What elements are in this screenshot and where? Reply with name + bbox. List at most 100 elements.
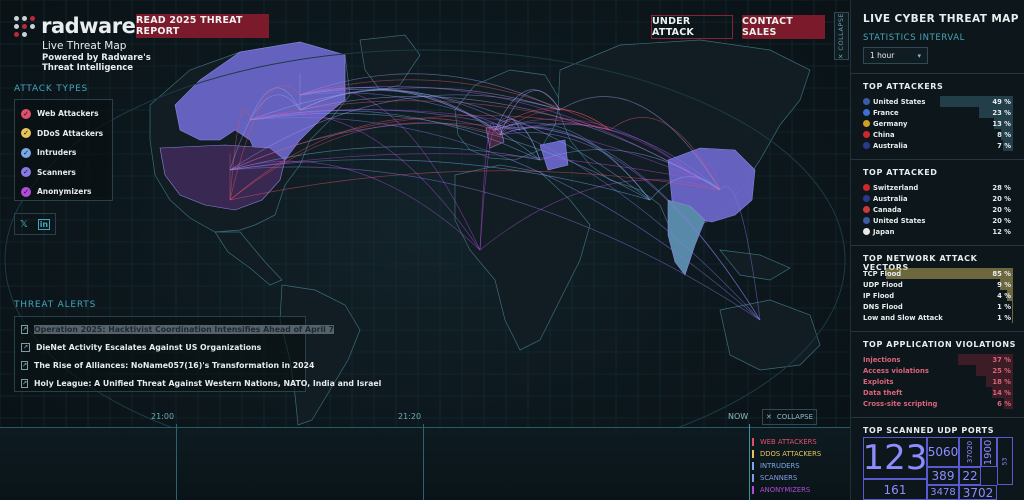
attack-types-panel: ✓ Web Attackers ✓ DDoS Attackers ✓ Intru…	[14, 99, 113, 201]
world-map	[0, 0, 850, 500]
statistics-interval-label: STATISTICS INTERVAL	[863, 33, 965, 43]
top-attackers-section: TOP ATTACKERS United States 49 % France 23 …	[851, 73, 1024, 159]
alert-item[interactable]: ↗ The Rise of Alliances: NoName057(16)'s…	[21, 356, 314, 374]
attack-timeline[interactable]	[0, 427, 850, 500]
udp-ports-treemap: 123 5060 1900 37020 389 22 53 161 3478 3702	[863, 437, 1013, 500]
top-attacked-list: Switzerland 28 % Australia 20 % Canada 20 % Un…	[851, 182, 1024, 237]
udp-port-cell: 5060	[927, 437, 959, 467]
logo-text: radware	[41, 14, 136, 38]
stat-row: Canada 20 %	[851, 204, 1024, 215]
threat-alerts-panel: ↗ Operation 2025: Hacktivist Coordinatio…	[14, 316, 381, 392]
legend-ddos-attackers: DDOS ATTACKERS	[752, 448, 821, 460]
check-icon: ✓	[21, 128, 31, 139]
attack-type-anonymizers[interactable]: ✓ Anonymizers	[21, 182, 112, 202]
stat-name: Germany	[873, 119, 908, 128]
threat-map[interactable]	[0, 0, 850, 500]
stat-percent: 14 %	[992, 388, 1011, 397]
collapse-tab-text: COLLAPSE	[837, 12, 846, 51]
udp-port-label: 53	[1001, 457, 1009, 465]
stat-name: United States	[873, 97, 926, 106]
top-attackers-list: United States 49 % France 23 % Germany 13 % Ch…	[851, 96, 1024, 151]
legend-anonymizers: ANONYMIZERS	[752, 484, 821, 496]
attack-type-web[interactable]: ✓ Web Attackers	[21, 104, 112, 124]
statistics-interval-select[interactable]: 1 hour ▾	[863, 47, 928, 64]
udp-port-cell: 37020	[959, 437, 981, 467]
timeline-label-2120: 21:20	[398, 412, 422, 421]
attack-type-ddos[interactable]: ✓ DDoS Attackers	[21, 124, 112, 144]
timeline-now-marker	[749, 424, 750, 500]
under-attack-button[interactable]: UNDER ATTACK	[651, 15, 733, 39]
stat-name: Injections	[863, 355, 901, 364]
alert-item[interactable]: ↗ Operation 2025: Hacktivist Coordinatio…	[21, 320, 334, 338]
udp-port-cell: 3478	[927, 485, 959, 500]
stat-name: United States	[873, 216, 926, 225]
stat-bar	[1011, 312, 1013, 323]
timeline-collapse-button[interactable]: ✕ COLLAPSE	[762, 409, 817, 425]
close-icon: ✕	[765, 413, 772, 421]
stat-row: Australia 20 %	[851, 193, 1024, 204]
check-icon: ✓	[21, 108, 31, 119]
stat-row: United States 20 %	[851, 215, 1024, 226]
stat-row: Exploits 18 %	[851, 376, 1024, 387]
app-violations-list: Injections 37 % Access violations 25 % Explo…	[851, 354, 1024, 409]
stat-name: Switzerland	[873, 183, 919, 192]
stat-name: China	[873, 130, 895, 139]
udp-port-label: 3478	[930, 487, 956, 498]
stat-percent: 12 %	[992, 227, 1011, 236]
stat-row: United States 49 %	[851, 96, 1024, 107]
flag-icon	[863, 120, 870, 127]
alert-text: Holy League: A Unified Threat Against We…	[34, 378, 382, 388]
alert-item[interactable]: ↗ DieNet Activity Escalates Against US O…	[21, 338, 305, 356]
stat-row: Data theft 14 %	[851, 387, 1024, 398]
stat-percent: 8 %	[997, 130, 1011, 139]
timeline-legend: WEB ATTACKERS DDOS ATTACKERS INTRUDERS S…	[752, 436, 821, 496]
attack-type-label: DDoS Attackers	[37, 128, 104, 138]
stat-name: DNS Flood	[863, 302, 903, 311]
radware-logo[interactable]: radware Live Threat Map	[14, 14, 136, 52]
stat-percent: 13 %	[992, 119, 1011, 128]
udp-port-cell: 389	[927, 467, 959, 485]
udp-port-cell: 22	[959, 467, 981, 485]
stat-percent: 37 %	[992, 355, 1011, 364]
stat-percent: 20 %	[992, 216, 1011, 225]
network-vectors-title: TOP NETWORK ATTACK VECTORS	[863, 254, 978, 272]
flag-icon	[863, 184, 870, 191]
stat-percent: 4 %	[997, 291, 1011, 300]
sidebar-collapse-tab[interactable]: ✕ COLLAPSE	[834, 12, 849, 60]
collapse-button-label: COLLAPSE	[776, 413, 814, 421]
udp-port-label: 3702	[962, 485, 994, 500]
external-link-icon: ↗	[21, 360, 29, 370]
collapse-tab-label: ✕ COLLAPSE	[837, 12, 846, 60]
powered-by-text: Powered by Radware's Threat Intelligence	[42, 53, 151, 73]
x-icon[interactable]: 𝕏	[20, 219, 28, 230]
alert-item[interactable]: ↗ Holy League: A Unified Threat Against …	[21, 374, 381, 392]
social-links: 𝕏 in	[14, 213, 56, 235]
logo-mark-icon	[14, 16, 36, 38]
contact-sales-button[interactable]: CONTACT SALES	[742, 15, 825, 39]
legend-intruders: INTRUDERS	[752, 460, 821, 472]
stat-row: DNS Flood 1 %	[851, 301, 1024, 312]
top-attacked-title: TOP ATTACKED	[863, 168, 938, 177]
threat-alerts-title: THREAT ALERTS	[14, 300, 97, 310]
attack-type-intruders[interactable]: ✓ Intruders	[21, 143, 112, 163]
legend-label: INTRUDERS	[760, 462, 800, 470]
udp-port-cell: 123	[863, 437, 927, 479]
udp-port-cell: 3702	[959, 485, 997, 500]
stat-name: IP Flood	[863, 291, 895, 300]
stat-percent: 49 %	[992, 97, 1011, 106]
check-icon: ✓	[21, 147, 31, 158]
attack-type-label: Scanners	[37, 167, 76, 177]
stat-row: IP Flood 4 %	[851, 290, 1024, 301]
attack-type-scanners[interactable]: ✓ Scanners	[21, 163, 112, 183]
stat-percent: 7 %	[997, 141, 1011, 150]
app-violations-section: TOP APPLICATION VIOLATIONS Injections 37 …	[851, 331, 1024, 417]
network-vectors-section: TOP NETWORK ATTACK VECTORS TCP Flood 85 %…	[851, 245, 1024, 331]
linkedin-icon[interactable]: in	[37, 218, 51, 230]
udp-port-label: 5060	[927, 445, 959, 459]
stat-percent: 1 %	[997, 302, 1011, 311]
flag-icon	[863, 142, 870, 149]
flag-icon	[863, 109, 870, 116]
top-attacked-section: TOP ATTACKED Switzerland 28 % Australia 20 …	[851, 159, 1024, 245]
legend-label: WEB ATTACKERS	[760, 438, 817, 446]
read-threat-report-button[interactable]: READ 2025 THREAT REPORT	[136, 14, 269, 38]
